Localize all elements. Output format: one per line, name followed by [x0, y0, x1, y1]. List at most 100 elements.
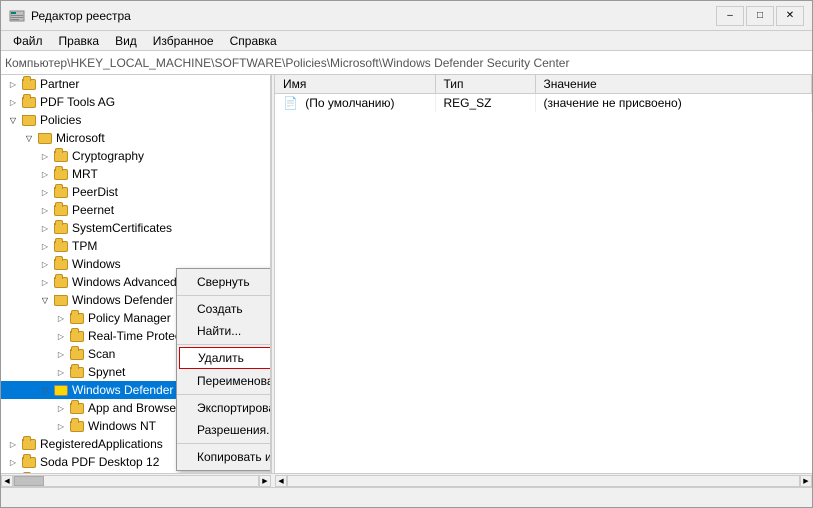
expander-tpm: ▷ — [37, 238, 53, 254]
folder-icon-cryptography — [53, 148, 69, 164]
ctx-create[interactable]: Создать ▶ — [177, 298, 271, 320]
ctx-export[interactable]: Экспортировать — [177, 397, 271, 419]
expander-volatile: ▷ — [5, 472, 21, 473]
tree-label-microsoft: Microsoft — [56, 131, 105, 145]
scroll-right-btn[interactable]: ▶ — [259, 475, 271, 487]
tree-label-partner: Partner — [40, 77, 79, 91]
tree-label-windows: Windows — [72, 257, 121, 271]
tree-label-cryptography: Cryptography — [72, 149, 144, 163]
right-panel: Имя Тип Значение 📄 (По умолчанию) REG_SZ — [275, 75, 812, 473]
menu-bar: Файл Правка Вид Избранное Справка — [1, 31, 812, 51]
folder-icon-peernet — [53, 202, 69, 218]
folder-icon-tpm — [53, 238, 69, 254]
expander-policies: ▽ — [5, 112, 21, 128]
col-header-type: Тип — [435, 75, 535, 94]
folder-icon-systemcerts — [53, 220, 69, 236]
tree-label-policy-manager: Policy Manager — [88, 311, 171, 325]
tree-item-tpm[interactable]: ▷ TPM — [1, 237, 270, 255]
app-icon — [9, 8, 25, 24]
expander-peerdist: ▷ — [37, 184, 53, 200]
expander-realtime: ▷ — [53, 328, 69, 344]
expander-peernet: ▷ — [37, 202, 53, 218]
folder-icon-microsoft — [37, 130, 53, 146]
menu-file[interactable]: Файл — [5, 32, 51, 50]
ctx-rename[interactable]: Переименовать — [177, 370, 271, 392]
address-label: Компьютер\HKEY_LOCAL_MACHINE\SOFTWARE\Po… — [5, 56, 569, 70]
scroll-track-left[interactable] — [13, 475, 259, 487]
ctx-copy-name[interactable]: Копировать имя раздела — [177, 446, 271, 468]
folder-icon-spynet — [69, 364, 85, 380]
ctx-sep-2 — [177, 344, 271, 345]
tree-item-peernet[interactable]: ▷ Peernet — [1, 201, 270, 219]
ctx-delete[interactable]: Удалить — [179, 347, 271, 369]
tree-item-pdf-tools[interactable]: ▷ PDF Tools AG — [1, 93, 270, 111]
tree-label-systemcerts: SystemCertificates — [72, 221, 172, 235]
tree-item-volatile[interactable]: ▷ Volatile — [1, 471, 270, 473]
title-text: Редактор реестра — [31, 9, 716, 23]
expander-mrt: ▷ — [37, 166, 53, 182]
bottom-scrollbar-area: ◀ ▶ ◀ ▶ — [1, 473, 812, 487]
folder-icon-volatile — [21, 472, 37, 473]
folder-icon-windows-advanced — [53, 274, 69, 290]
tree-panel: ▷ Partner ▷ PDF Tools AG ▽ Policies ▽ — [1, 75, 271, 473]
tree-item-partner[interactable]: ▷ Partner — [1, 75, 270, 93]
scroll-thumb-left[interactable] — [14, 476, 44, 486]
tree-label-spynet: Spynet — [88, 365, 125, 379]
tree-label-policies: Policies — [40, 113, 81, 127]
expander-registered-apps: ▷ — [5, 436, 21, 452]
menu-edit[interactable]: Правка — [51, 32, 108, 50]
folder-icon-soda-pdf — [21, 454, 37, 470]
ctx-sep-4 — [177, 443, 271, 444]
right-horizontal-scroll[interactable]: ◀ ▶ — [275, 475, 812, 487]
ctx-find[interactable]: Найти... — [177, 320, 271, 342]
scroll-left-btn-right[interactable]: ◀ — [275, 475, 287, 487]
ctx-permissions[interactable]: Разрешения... — [177, 419, 271, 441]
ctx-collapse[interactable]: Свернуть — [177, 271, 271, 293]
tree-item-systemcerts[interactable]: ▷ SystemCertificates — [1, 219, 270, 237]
folder-icon-app-browser — [69, 400, 85, 416]
expander-windows-defender: ▽ — [37, 292, 53, 308]
tree-item-mrt[interactable]: ▷ MRT — [1, 165, 270, 183]
menu-help[interactable]: Справка — [222, 32, 285, 50]
tree-item-policies[interactable]: ▽ Policies — [1, 111, 270, 129]
tree-label-registered-apps: RegisteredApplications — [40, 437, 163, 451]
ctx-create-label: Создать — [197, 302, 243, 316]
folder-icon-policy-manager — [69, 310, 85, 326]
col-header-name: Имя — [275, 75, 435, 94]
cell-name-text: (По умолчанию) — [305, 96, 394, 110]
folder-icon-windows-defender — [53, 292, 69, 308]
minimize-button[interactable]: – — [716, 6, 744, 26]
expander-policy-manager: ▷ — [53, 310, 69, 326]
folder-icon-realtime — [69, 328, 85, 344]
context-menu: Свернуть Создать ▶ Найти... Удалить Пере… — [176, 268, 271, 471]
tree-item-cryptography[interactable]: ▷ Cryptography — [1, 147, 270, 165]
window-controls: – □ ✕ — [716, 6, 804, 26]
title-bar: Редактор реестра – □ ✕ — [1, 1, 812, 31]
content-area: ▷ Partner ▷ PDF Tools AG ▽ Policies ▽ — [1, 75, 812, 473]
menu-view[interactable]: Вид — [107, 32, 145, 50]
cell-name: 📄 (По умолчанию) — [275, 94, 435, 113]
folder-icon-policies — [21, 112, 37, 128]
scroll-right-btn-right[interactable]: ▶ — [800, 475, 812, 487]
tree-item-peerdist[interactable]: ▷ PeerDist — [1, 183, 270, 201]
table-row[interactable]: 📄 (По умолчанию) REG_SZ (значение не при… — [275, 94, 812, 113]
scroll-left-btn[interactable]: ◀ — [1, 475, 13, 487]
main-window: Редактор реестра – □ ✕ Файл Правка Вид И… — [0, 0, 813, 508]
tree-label-pdf-tools: PDF Tools AG — [40, 95, 115, 109]
tree-item-microsoft[interactable]: ▽ Microsoft — [1, 129, 270, 147]
folder-icon-pdf-tools — [21, 94, 37, 110]
expander-windows-nt: ▷ — [53, 418, 69, 434]
expander-microsoft: ▽ — [21, 130, 37, 146]
close-button[interactable]: ✕ — [776, 6, 804, 26]
tree-label-scan: Scan — [88, 347, 115, 361]
ctx-sep-1 — [177, 295, 271, 296]
expander-cryptography: ▷ — [37, 148, 53, 164]
expander-windows: ▷ — [37, 256, 53, 272]
menu-favorites[interactable]: Избранное — [145, 32, 222, 50]
maximize-button[interactable]: □ — [746, 6, 774, 26]
tree-label-peernet: Peernet — [72, 203, 114, 217]
tree-horizontal-scroll[interactable]: ◀ ▶ — [1, 475, 271, 487]
scroll-track-right[interactable] — [287, 475, 800, 487]
default-icon: 📄 — [283, 96, 298, 110]
expander-spynet: ▷ — [53, 364, 69, 380]
